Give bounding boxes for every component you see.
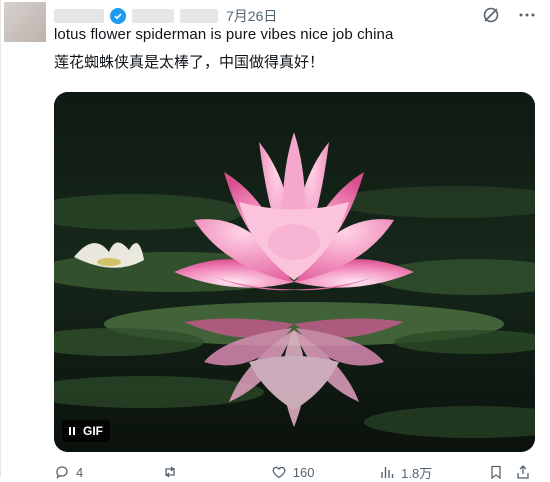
grok-icon[interactable] [482,6,500,24]
post-top-actions [482,6,536,24]
post-date[interactable]: 7月26日 [226,6,277,26]
like-count: 160 [292,464,315,480]
avatar[interactable] [4,2,46,42]
verified-badge-icon [110,8,126,24]
author-handle-redacted-2 [180,9,218,23]
like-button[interactable]: 160 [271,464,379,480]
lotus-image [54,92,535,452]
frame-edge [0,0,1,477]
repost-button[interactable] [162,464,270,480]
bookmark-button[interactable] [488,464,508,480]
like-icon [272,466,286,479]
post-text-english: lotus flower spiderman is pure vibes nic… [54,26,394,43]
gif-badge[interactable]: GIF [62,420,110,442]
more-icon[interactable] [518,6,536,24]
reply-icon [56,466,68,480]
reply-button[interactable]: 4 [54,464,162,480]
share-button[interactable] [515,464,535,480]
post-media-gif[interactable]: GIF [54,92,535,452]
post-header: 7月26日 [54,6,277,26]
views-count: 1.8万 [401,465,433,481]
pause-icon[interactable] [69,427,75,435]
author-handle-redacted[interactable] [132,9,174,23]
gif-label: GIF [83,424,103,438]
views-icon [381,467,394,478]
action-bar: 4 160 1.8万 [54,462,535,482]
share-icon [517,465,529,479]
post-text-chinese: 莲花蜘蛛侠真是太棒了，中国做得真好！ [54,54,325,71]
repost-icon [165,466,176,478]
views-button[interactable]: 1.8万 [379,463,487,482]
bookmark-icon [490,465,501,480]
reply-count: 4 [76,464,84,480]
author-name-redacted[interactable] [54,9,104,23]
